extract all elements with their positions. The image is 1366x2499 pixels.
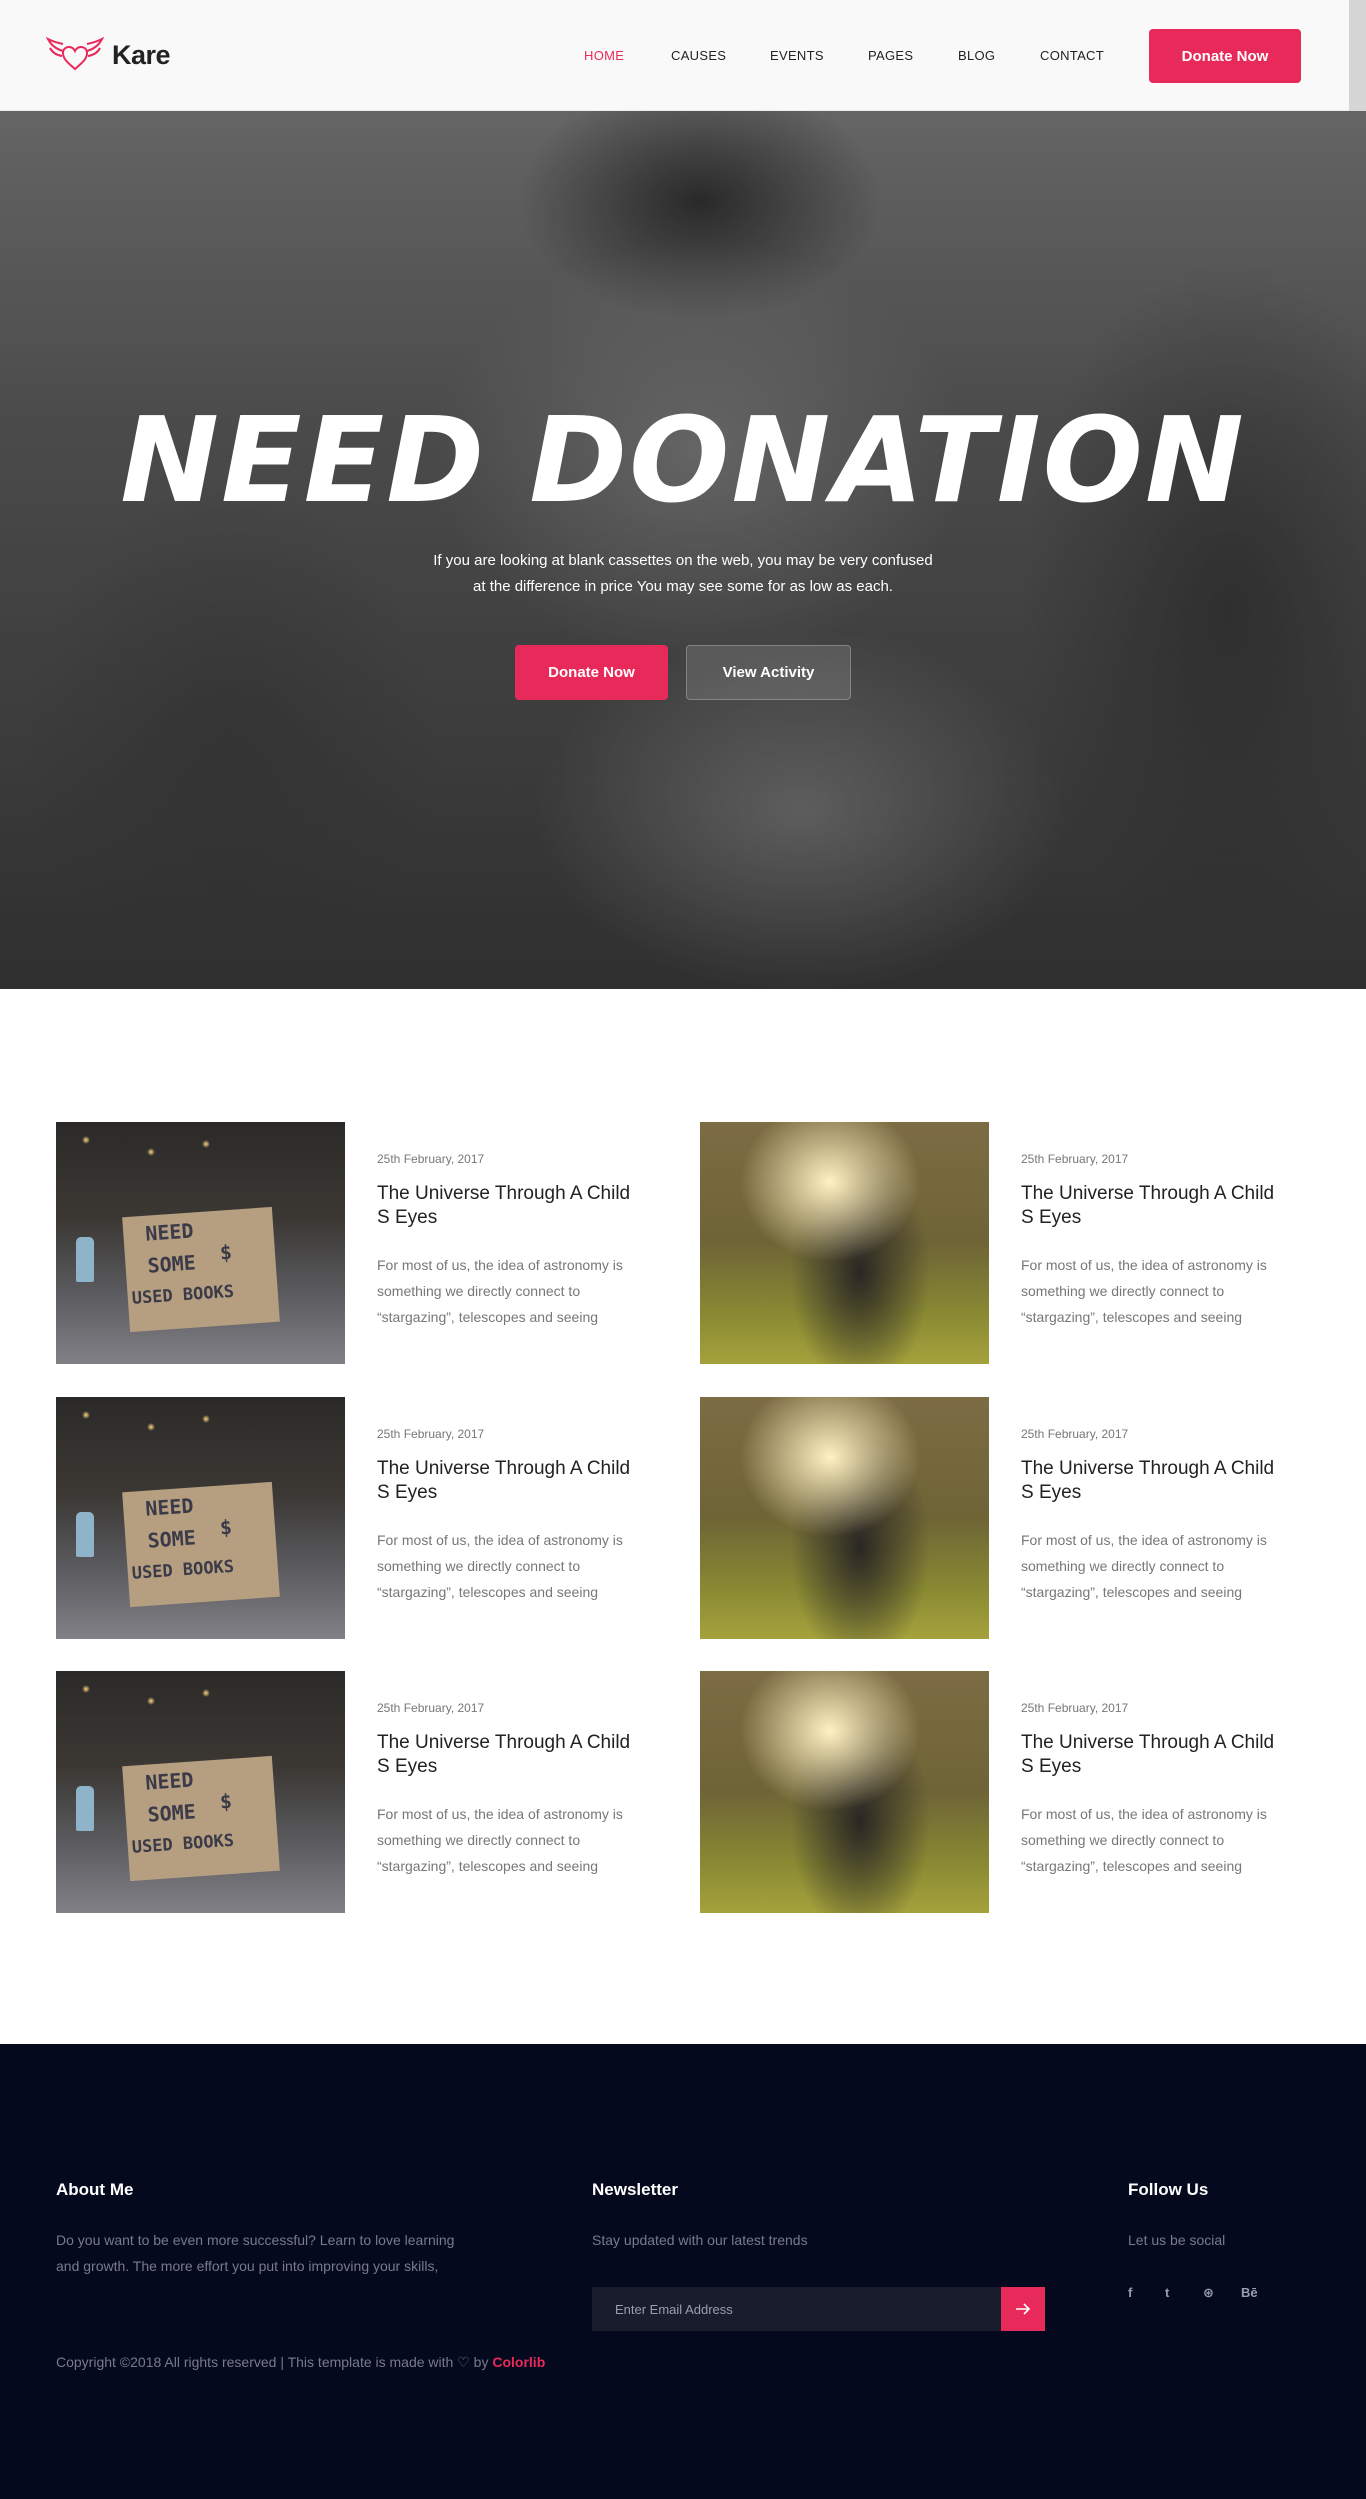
post-date: 25th February, 2017 <box>1021 1427 1129 1441</box>
post-image-sign[interactable]: NEED $ SOME USED BOOKS <box>56 1397 345 1639</box>
nav-contact[interactable]: CONTACT <box>1040 48 1104 63</box>
sign-text: NEED <box>144 1767 195 1795</box>
hero-subtitle-line: If you are looking at blank cassettes on… <box>433 552 933 569</box>
post-excerpt: For most of us, the idea of astronomy is… <box>1021 1806 1267 1874</box>
post-card[interactable]: 25th February, 2017 The Universe Through… <box>700 1397 1300 1639</box>
site-footer: About Me Do you want to be even more suc… <box>0 2044 1366 2499</box>
post-excerpt: For most of us, the idea of astronomy is… <box>377 1806 623 1874</box>
bottle-shape <box>76 1237 94 1282</box>
post-excerpt: For most of us, the idea of astronomy is… <box>377 1257 623 1325</box>
post-date: 25th February, 2017 <box>377 1427 485 1441</box>
hero-title: NEED DONATION <box>120 391 1246 529</box>
bottle-shape <box>76 1786 94 1831</box>
about-heading: About Me <box>56 2180 134 2199</box>
cardboard-sign: NEED $ SOME USED BOOKS <box>122 1755 280 1882</box>
post-image-girl[interactable] <box>700 1122 989 1364</box>
sign-text: NEED <box>144 1218 195 1246</box>
heart-icon: ♡ <box>457 2354 470 2370</box>
copyright-text: Copyright ©2018 All rights reserved | Th… <box>56 2354 454 2370</box>
sign-text: $ <box>219 1788 233 1814</box>
cardboard-sign: NEED $ SOME USED BOOKS <box>122 1481 280 1608</box>
behance-icon[interactable]: Bē <box>1241 2285 1258 2300</box>
post-image-sign[interactable]: NEED $ SOME USED BOOKS <box>56 1671 345 1913</box>
dribbble-icon[interactable]: ⊛ <box>1203 2285 1214 2301</box>
hero-donate-button[interactable]: Donate Now <box>515 645 668 700</box>
scrollbar-thumb[interactable] <box>1349 0 1366 111</box>
post-image-girl[interactable] <box>700 1397 989 1639</box>
nav-blog[interactable]: BLOG <box>958 48 995 63</box>
newsletter-submit-button[interactable] <box>1001 2287 1045 2331</box>
sign-text: SOME <box>146 1525 197 1553</box>
view-activity-button[interactable]: View Activity <box>686 645 851 700</box>
post-card[interactable]: NEED $ SOME USED BOOKS 25th February, 20… <box>56 1122 656 1364</box>
follow-text: Let us be social <box>1128 2232 1226 2248</box>
about-text-line: and growth. The more effort you put into… <box>56 2258 439 2274</box>
follow-heading: Follow Us <box>1128 2180 1209 2199</box>
newsletter-heading: Newsletter <box>592 2180 678 2199</box>
bottle-shape <box>76 1512 94 1557</box>
post-image-girl[interactable] <box>700 1671 989 1913</box>
nav-causes[interactable]: CAUSES <box>671 48 726 63</box>
newsletter-text: Stay updated with our latest trends <box>592 2232 808 2248</box>
copyright: Copyright ©2018 All rights reserved | Th… <box>56 2354 545 2371</box>
post-card[interactable]: NEED $ SOME USED BOOKS 25th February, 20… <box>56 1671 656 1913</box>
post-date: 25th February, 2017 <box>1021 1152 1129 1166</box>
post-excerpt: For most of us, the idea of astronomy is… <box>1021 1532 1267 1600</box>
post-title[interactable]: The Universe Through A Child S Eyes <box>377 1731 637 1779</box>
sign-text: SOME <box>146 1799 197 1827</box>
nav-events[interactable]: EVENTS <box>770 48 824 63</box>
cardboard-sign: NEED $ SOME USED BOOKS <box>122 1206 280 1333</box>
colorlib-link[interactable]: Colorlib <box>492 2354 545 2370</box>
post-card[interactable]: 25th February, 2017 The Universe Through… <box>700 1122 1300 1364</box>
sign-text: NEED <box>144 1493 195 1521</box>
post-title[interactable]: The Universe Through A Child S Eyes <box>1021 1182 1281 1230</box>
post-title[interactable]: The Universe Through A Child S Eyes <box>377 1182 637 1230</box>
about-text: Do you want to be even more successful? … <box>56 2227 516 2279</box>
copyright-by: by <box>473 2354 489 2370</box>
hero-subtitle-line: at the difference in price You may see s… <box>473 578 893 595</box>
email-input[interactable]: Enter Email Address <box>592 2287 1001 2331</box>
post-image-sign[interactable]: NEED $ SOME USED BOOKS <box>56 1122 345 1364</box>
post-card[interactable]: 25th February, 2017 The Universe Through… <box>700 1671 1300 1913</box>
post-title[interactable]: The Universe Through A Child S Eyes <box>1021 1731 1281 1779</box>
post-title[interactable]: The Universe Through A Child S Eyes <box>377 1457 637 1505</box>
hero-subtitle: If you are looking at blank cassettes on… <box>383 548 983 600</box>
header-donate-button[interactable]: Donate Now <box>1149 29 1301 83</box>
about-text-line: Do you want to be even more successful? … <box>56 2232 455 2248</box>
sign-text: $ <box>219 1514 233 1540</box>
hero-banner: NEED DONATION If you are looking at blan… <box>0 111 1366 989</box>
twitter-icon[interactable]: t <box>1165 2285 1169 2300</box>
sign-text: USED BOOKS <box>131 1281 235 1309</box>
post-excerpt: For most of us, the idea of astronomy is… <box>1021 1257 1267 1325</box>
sign-text: SOME <box>146 1250 197 1278</box>
sign-text: USED BOOKS <box>131 1556 235 1584</box>
arrow-right-icon <box>1016 2303 1031 2315</box>
post-excerpt: For most of us, the idea of astronomy is… <box>377 1532 623 1600</box>
post-card[interactable]: NEED $ SOME USED BOOKS 25th February, 20… <box>56 1397 656 1639</box>
nav-pages[interactable]: PAGES <box>868 48 913 63</box>
facebook-icon[interactable]: f <box>1128 2285 1132 2300</box>
site-header: Kare HOME CAUSES EVENTS PAGES BLOG CONTA… <box>0 0 1366 111</box>
sign-text: $ <box>219 1239 233 1265</box>
sign-text: USED BOOKS <box>131 1830 235 1858</box>
nav-home[interactable]: HOME <box>584 48 624 63</box>
post-title[interactable]: The Universe Through A Child S Eyes <box>1021 1457 1281 1505</box>
post-date: 25th February, 2017 <box>377 1152 485 1166</box>
post-date: 25th February, 2017 <box>1021 1701 1129 1715</box>
post-date: 25th February, 2017 <box>377 1701 485 1715</box>
